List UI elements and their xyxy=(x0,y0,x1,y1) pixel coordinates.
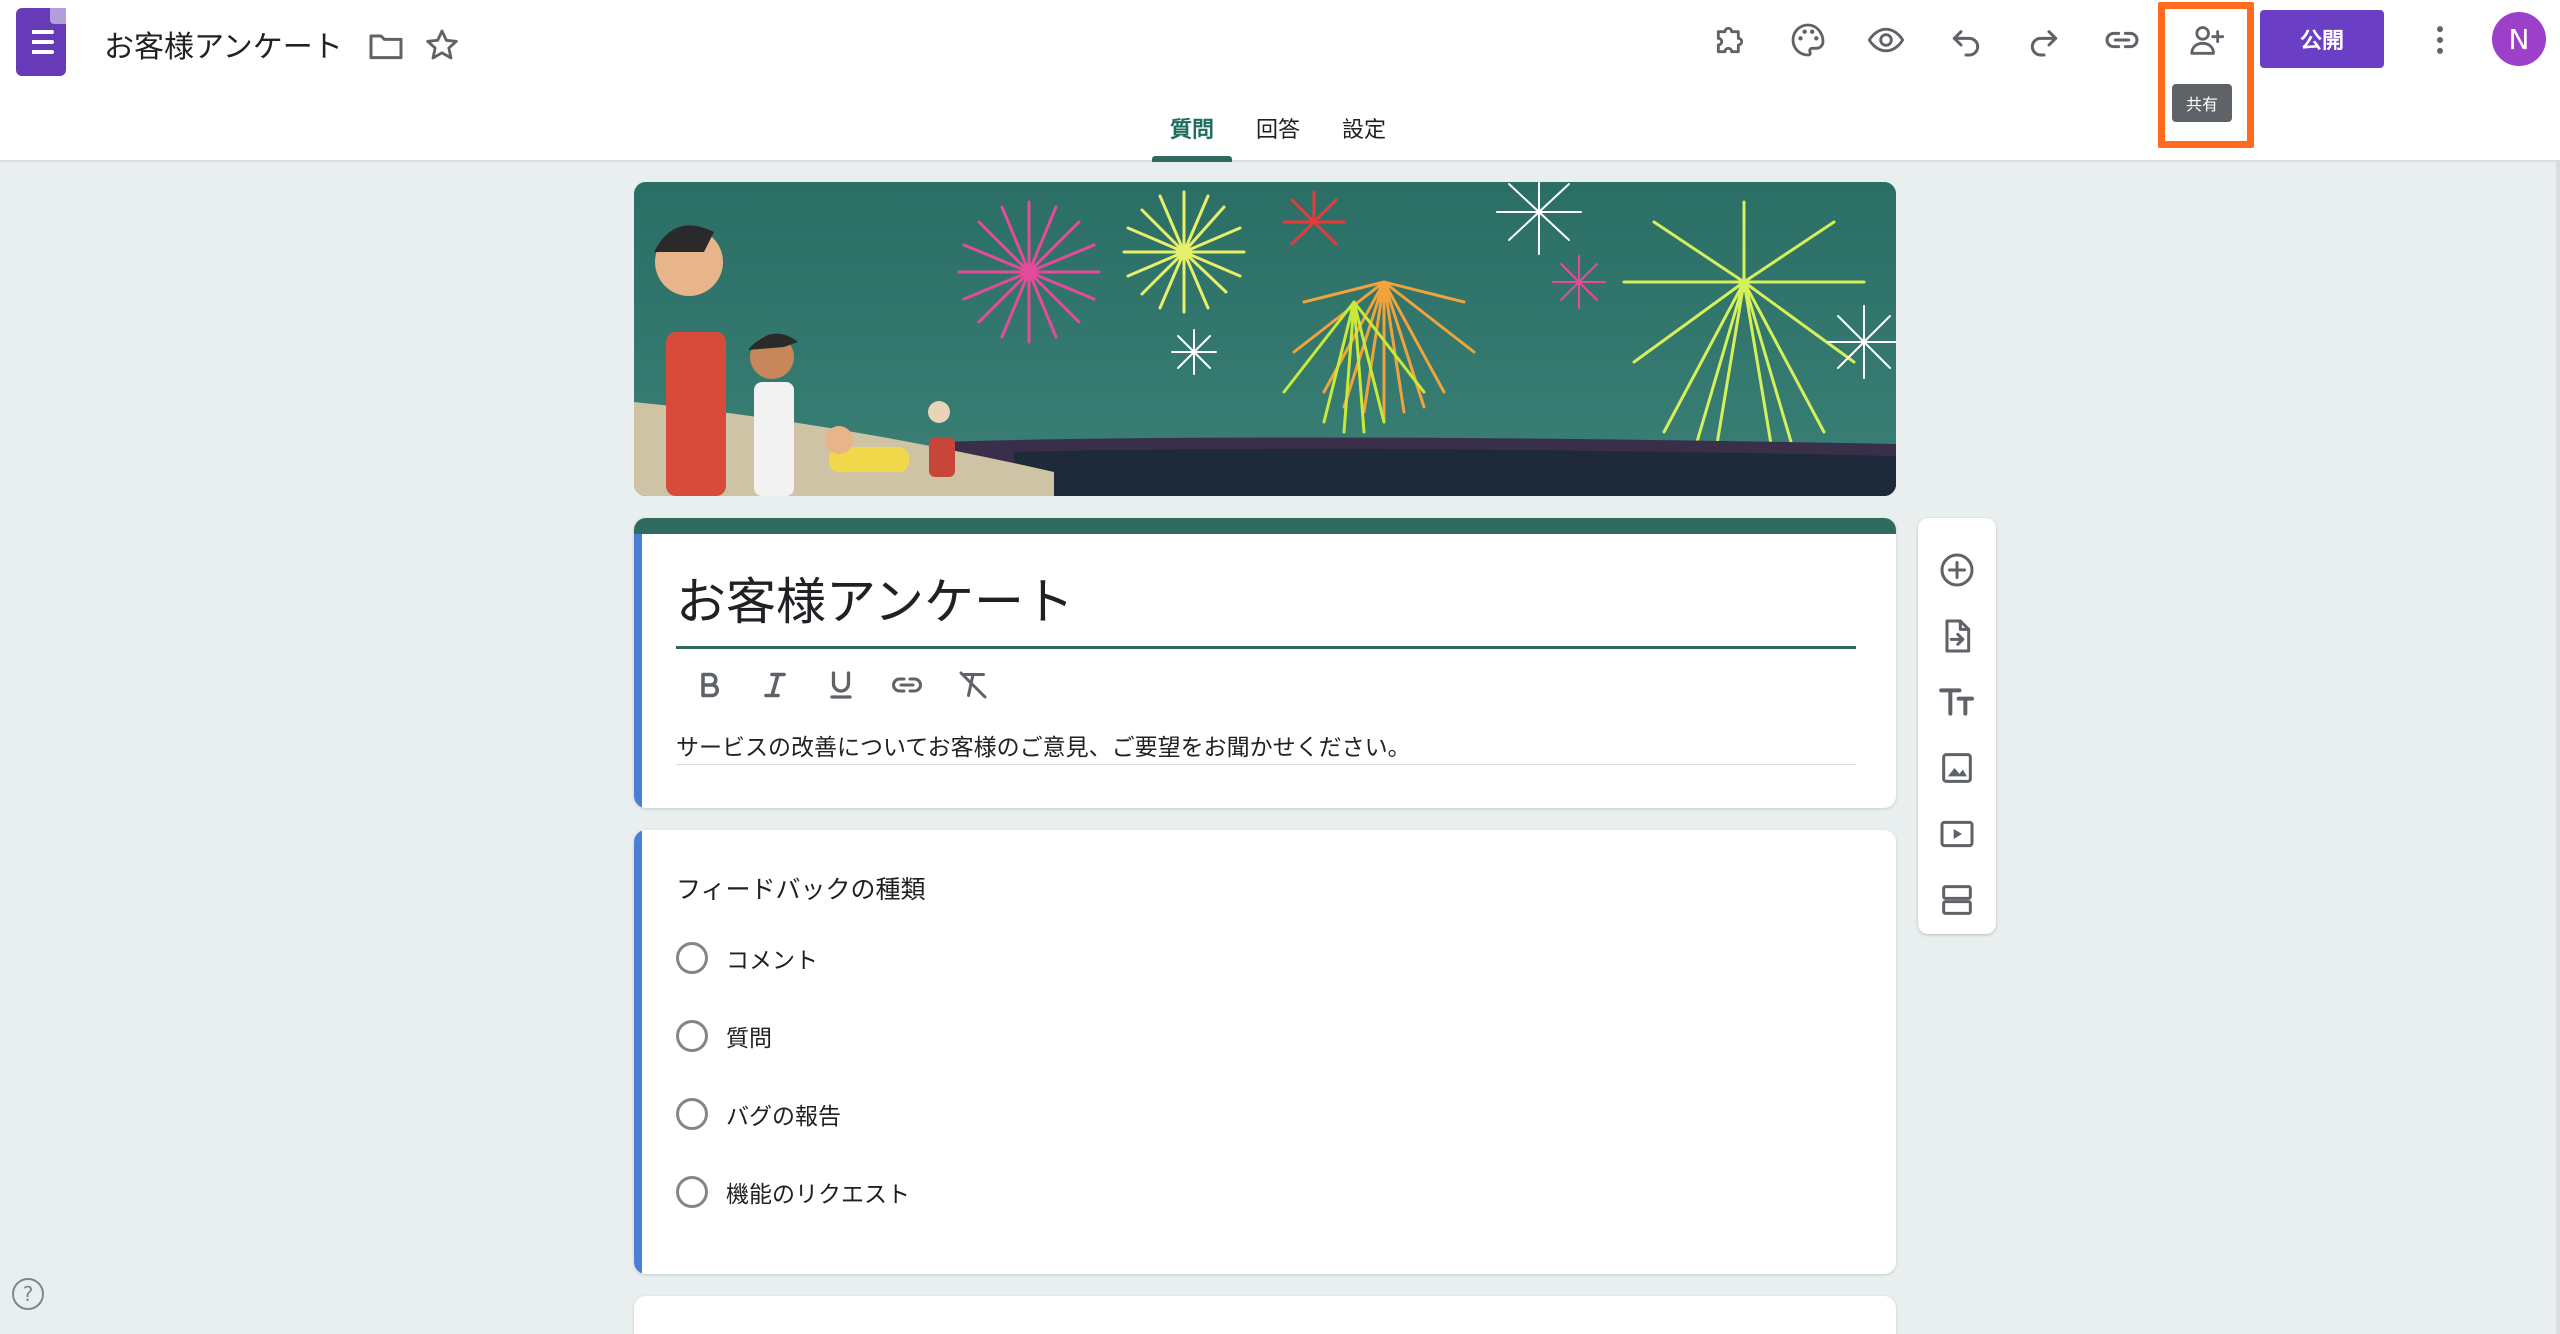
form-title-card[interactable]: お客様アンケート サービスの改善についてお客様のご意見、ご要望をお聞かせください… xyxy=(634,518,1896,808)
form-title-input[interactable]: お客様アンケート xyxy=(676,562,1074,634)
puzzle-icon[interactable] xyxy=(1702,12,1758,68)
italic-icon[interactable] xyxy=(742,662,808,708)
add-title-icon[interactable] xyxy=(1929,674,1985,730)
list-item[interactable]: 質問 xyxy=(676,1016,772,1056)
option-label: 質問 xyxy=(726,1026,772,1052)
palette-icon[interactable] xyxy=(1780,12,1836,68)
scrollbar-track[interactable] xyxy=(2556,162,2560,1334)
redo-icon[interactable] xyxy=(2016,12,2072,68)
avatar[interactable]: N xyxy=(2492,12,2546,66)
more-vert-icon[interactable] xyxy=(2412,12,2468,68)
question-title[interactable]: フィードバックの種類 xyxy=(676,870,926,906)
question-card-indicator xyxy=(634,830,642,1274)
radio-button[interactable] xyxy=(676,1098,708,1130)
form-description-input[interactable]: サービスの改善についてお客様のご意見、ご要望をお聞かせください。 xyxy=(676,728,1411,762)
folder-icon[interactable] xyxy=(358,18,414,74)
add-section-icon[interactable] xyxy=(1929,872,1985,928)
bold-icon[interactable] xyxy=(676,662,742,708)
radio-button[interactable] xyxy=(676,1176,708,1208)
link-icon[interactable] xyxy=(874,662,940,708)
list-item[interactable]: バグの報告 xyxy=(676,1094,841,1134)
clear-format-icon[interactable] xyxy=(940,662,1006,708)
option-label: バグの報告 xyxy=(726,1104,841,1130)
active-tab-indicator xyxy=(1152,156,1232,162)
option-label: 機能のリクエスト xyxy=(726,1182,910,1208)
list-item[interactable]: 機能のリクエスト xyxy=(676,1172,910,1212)
link-icon[interactable] xyxy=(2094,12,2150,68)
question-card[interactable]: フィードバックの種類 コメント 質問 バグの報告 機能のリクエスト xyxy=(634,830,1896,1274)
add-question-icon[interactable] xyxy=(1929,542,1985,598)
help-icon[interactable]: ? xyxy=(12,1278,44,1310)
eye-icon[interactable] xyxy=(1858,12,1914,68)
top-bar: お客様アンケート 共有 公開 N 質問 回答 設定 xyxy=(0,0,2560,162)
description-underline xyxy=(676,764,1856,765)
active-card-indicator xyxy=(634,534,642,808)
theme-accent-bar xyxy=(634,518,1896,534)
tab-responses[interactable]: 回答 xyxy=(1250,112,1306,160)
add-image-icon[interactable] xyxy=(1929,740,1985,796)
floating-toolbar xyxy=(1918,518,1996,934)
tab-questions[interactable]: 質問 xyxy=(1164,112,1220,160)
next-question-card[interactable] xyxy=(634,1296,1896,1334)
add-video-icon[interactable] xyxy=(1929,806,1985,862)
forms-logo-icon[interactable] xyxy=(16,8,66,76)
tab-settings[interactable]: 設定 xyxy=(1336,112,1392,160)
option-label: コメント xyxy=(726,948,818,974)
radio-button[interactable] xyxy=(676,1020,708,1052)
document-title[interactable]: お客様アンケート xyxy=(104,22,343,66)
tab-bar: 質問 回答 設定 xyxy=(0,112,2560,162)
import-questions-icon[interactable] xyxy=(1929,608,1985,664)
publish-button[interactable]: 公開 xyxy=(2260,10,2384,68)
list-item[interactable]: コメント xyxy=(676,938,818,978)
underline-icon[interactable] xyxy=(808,662,874,708)
header-banner-image xyxy=(634,182,1896,496)
star-icon[interactable] xyxy=(414,18,470,74)
title-underline xyxy=(676,646,1856,649)
format-toolbar xyxy=(676,662,1006,708)
undo-icon[interactable] xyxy=(1938,12,1994,68)
radio-button[interactable] xyxy=(676,942,708,974)
